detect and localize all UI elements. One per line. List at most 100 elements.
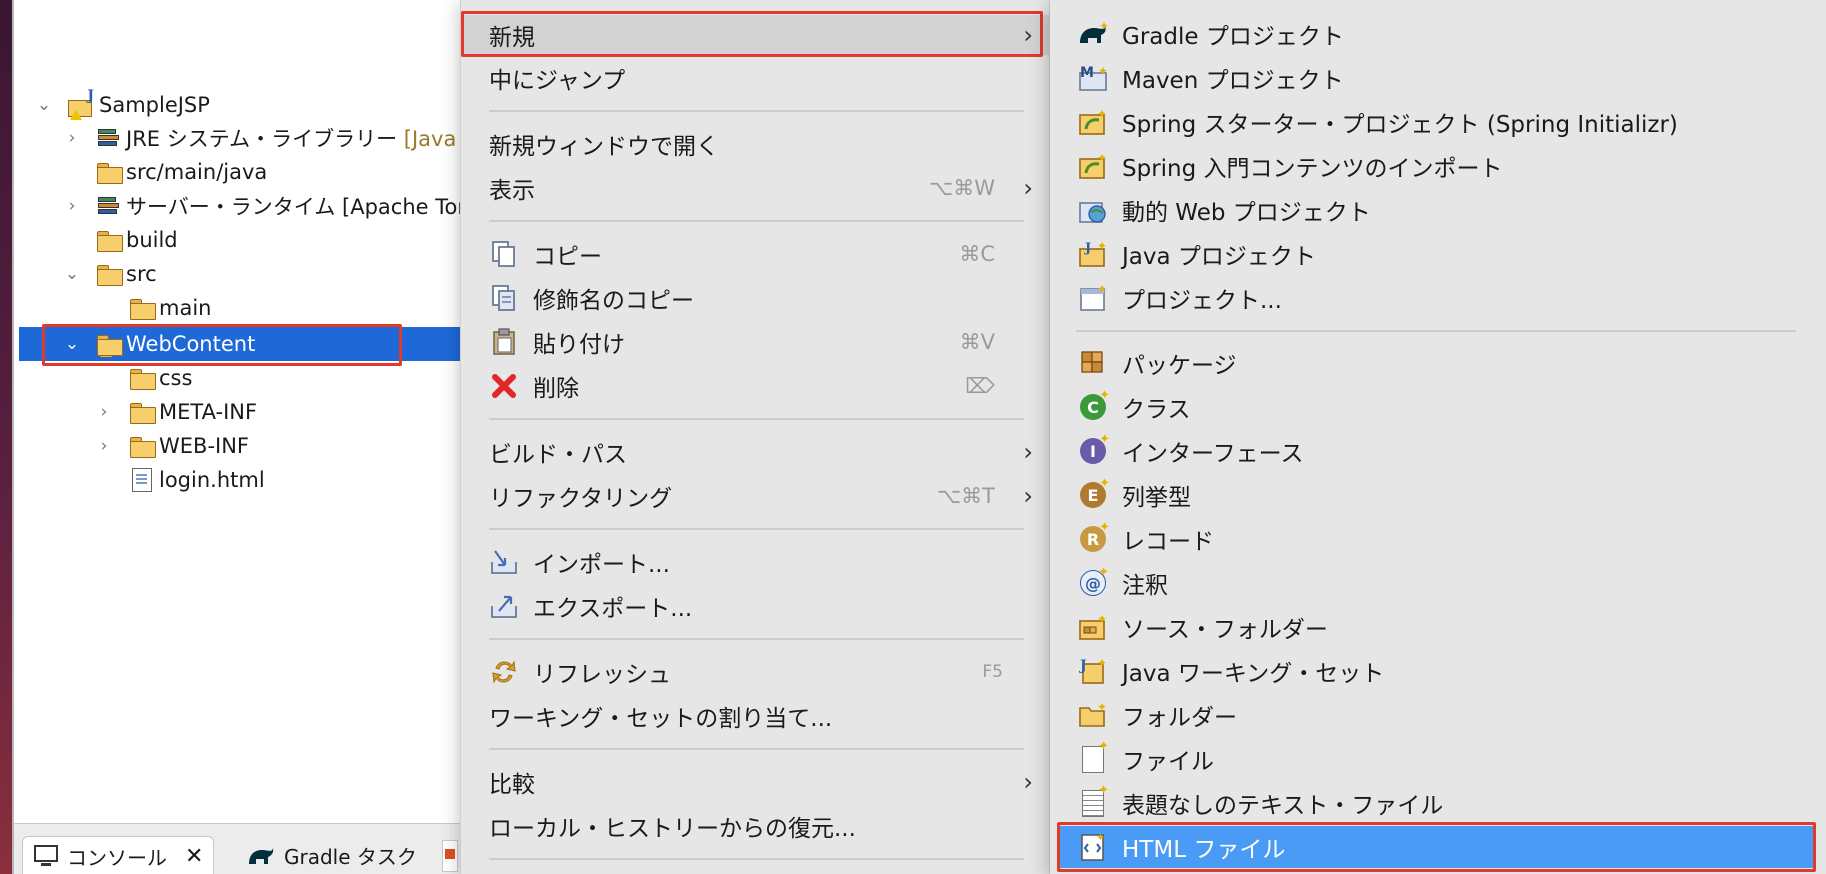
chevron-right-icon: › xyxy=(1023,438,1033,466)
folder-icon xyxy=(94,261,124,287)
menu-shortcut: F5 xyxy=(982,662,1003,682)
chevron-right-icon[interactable]: › xyxy=(93,435,115,457)
submenu-item-dynamic-web-project[interactable]: 動的 Web プロジェクト xyxy=(1050,189,1826,231)
submenu-item-source-folder[interactable]: ✦ ソース・フォルダー xyxy=(1050,606,1826,648)
copy-icon xyxy=(489,239,519,269)
tree-item-main[interactable]: main xyxy=(19,291,464,325)
tree-item-src[interactable]: ⌄ src xyxy=(19,257,464,291)
tree-item-login-html[interactable]: login.html xyxy=(19,463,464,497)
tree-item-label: src xyxy=(126,262,157,286)
folder-icon xyxy=(127,295,157,321)
menu-item-refresh[interactable]: リフレッシュ F5 xyxy=(461,652,1051,692)
menu-item-build-path[interactable]: ビルド・パス › xyxy=(461,432,1051,472)
chevron-down-icon[interactable]: ⌄ xyxy=(61,263,83,285)
tree-item-src-main-java[interactable]: src/main/java xyxy=(19,155,464,189)
tree-item-samplejsp[interactable]: ⌄ SampleJSP xyxy=(19,88,464,122)
menu-item-label: 修飾名のコピー xyxy=(533,288,694,314)
menu-shortcut: ⌘C xyxy=(959,242,995,266)
submenu-item-label: プロジェクト... xyxy=(1122,288,1282,314)
tab-console[interactable]: コンソール ✕ xyxy=(22,836,215,874)
new-submenu: ✦ Gradle プロジェクト M ✦ Maven プロジェクト ✦ Spring… xyxy=(1050,0,1826,874)
submenu-item-package[interactable]: パッケージ xyxy=(1050,342,1826,384)
overflow-tab-icon[interactable] xyxy=(442,840,458,872)
submenu-item-label: Gradle プロジェクト xyxy=(1122,24,1344,50)
chevron-right-icon[interactable]: › xyxy=(61,195,83,217)
menu-item-delete[interactable]: 削除 ⌦ xyxy=(461,366,1051,406)
submenu-item-record[interactable]: R ✦ レコード xyxy=(1050,518,1826,560)
tree-item-meta-inf[interactable]: › META-INF xyxy=(19,395,464,429)
submenu-item-spring-starter-project[interactable]: ✦ Spring スターター・プロジェクト (Spring Initializr… xyxy=(1050,101,1826,143)
menu-separator xyxy=(489,418,1024,420)
tree-item-label: WEB-INF xyxy=(159,434,249,458)
submenu-item-folder[interactable]: ✦ フォルダー xyxy=(1050,694,1826,736)
tree-item-label: css xyxy=(159,366,193,390)
submenu-item-maven-project[interactable]: M ✦ Maven プロジェクト xyxy=(1050,57,1826,99)
menu-item-show[interactable]: 表示 ⌥⌘W › xyxy=(461,168,1051,208)
submenu-item-untitled-text-file[interactable]: ✦ 表題なしのテキスト・ファイル xyxy=(1050,782,1826,824)
menu-separator xyxy=(489,638,1024,640)
interface-icon: I ✦ xyxy=(1076,432,1110,468)
submenu-item-label: ファイル xyxy=(1122,749,1214,775)
menu-item-compare[interactable]: 比較 › xyxy=(461,762,1051,802)
record-icon: R ✦ xyxy=(1076,520,1110,556)
menu-item-label: 比較 xyxy=(489,772,535,798)
import-icon xyxy=(489,547,519,577)
menu-item-copy-qualified-name[interactable]: 修飾名のコピー xyxy=(461,278,1051,318)
submenu-item-java-working-set[interactable]: J ✦ Java ワーキング・セット xyxy=(1050,650,1826,692)
menu-item-label: インポート... xyxy=(533,552,670,578)
menu-item-label: ワーキング・セットの割り当て... xyxy=(489,706,833,732)
submenu-item-file[interactable]: ✦ ファイル xyxy=(1050,738,1826,780)
menu-item-export[interactable]: エクスポート... xyxy=(461,586,1051,626)
submenu-item-spring-import-guides[interactable]: ✦ Spring 入門コンテンツのインポート xyxy=(1050,145,1826,187)
submenu-item-annotation[interactable]: @ ✦ 注釈 xyxy=(1050,562,1826,604)
menu-separator xyxy=(489,748,1024,750)
menu-item-label: 新規ウィンドウで開く xyxy=(489,134,719,160)
enum-icon: E ✦ xyxy=(1076,476,1110,512)
svg-text:✦: ✦ xyxy=(1097,656,1107,670)
menu-item-label: ローカル・ヒストリーからの復元... xyxy=(489,816,856,842)
submenu-item-label: パッケージ xyxy=(1122,353,1237,379)
svg-text:✦: ✦ xyxy=(1097,239,1107,253)
project-explorer: ⌄ SampleJSP › JRE システム・ライブラリー [Java src/… xyxy=(14,0,464,823)
menu-item-go-into[interactable]: 中にジャンプ xyxy=(461,58,1051,98)
menu-shortcut: ⌘V xyxy=(959,330,995,354)
menu-item-refactor[interactable]: リファクタリング ⌥⌘T › xyxy=(461,476,1051,516)
tree-item-jre-library[interactable]: › JRE システム・ライブラリー [Java xyxy=(19,121,464,155)
menu-separator xyxy=(489,110,1024,112)
submenu-item-label: Spring 入門コンテンツのインポート xyxy=(1122,156,1503,182)
menu-item-import[interactable]: インポート... xyxy=(461,542,1051,582)
submenu-item-java-project[interactable]: J ✦ Java プロジェクト xyxy=(1050,233,1826,275)
tree-item-label: login.html xyxy=(159,468,265,492)
tree-item-css[interactable]: css xyxy=(19,361,464,395)
submenu-item-gradle-project[interactable]: ✦ Gradle プロジェクト xyxy=(1050,13,1826,55)
library-icon xyxy=(94,193,124,219)
submenu-item-enum[interactable]: E ✦ 列挙型 xyxy=(1050,474,1826,516)
submenu-item-class[interactable]: C ✦ クラス xyxy=(1050,386,1826,428)
submenu-item-project[interactable]: ✦ プロジェクト... xyxy=(1050,277,1826,319)
svg-text:✦: ✦ xyxy=(1097,700,1107,714)
tree-item-label: JRE システム・ライブラリー xyxy=(126,127,398,151)
svg-text:J: J xyxy=(1078,658,1087,674)
menu-item-label: 削除 xyxy=(533,376,579,402)
tree-item-label: SampleJSP xyxy=(99,93,210,117)
copy-qualified-name-icon xyxy=(489,283,519,313)
menu-item-assign-working-sets[interactable]: ワーキング・セットの割り当て... xyxy=(461,696,1051,736)
chevron-right-icon[interactable]: › xyxy=(61,127,83,149)
menu-item-open-new-window[interactable]: 新規ウィンドウで開く xyxy=(461,124,1051,164)
desktop-background xyxy=(0,0,12,874)
menu-item-label: 貼り付け xyxy=(533,332,625,358)
close-icon[interactable]: ✕ xyxy=(185,844,203,869)
source-folder-icon: ✦ xyxy=(1076,610,1110,644)
menu-item-paste[interactable]: 貼り付け ⌘V xyxy=(461,322,1051,362)
tab-gradle-tasks[interactable]: Gradle タスク xyxy=(246,836,417,874)
chevron-right-icon[interactable]: › xyxy=(93,401,115,423)
menu-shortcut: ⌥⌘W xyxy=(929,176,995,200)
gradle-icon: ✦ xyxy=(1076,17,1110,51)
menu-item-copy[interactable]: コピー ⌘C xyxy=(461,234,1051,274)
tree-item-web-inf[interactable]: › WEB-INF xyxy=(19,429,464,463)
chevron-down-icon[interactable]: ⌄ xyxy=(33,94,55,116)
tree-item-server-runtime[interactable]: › サーバー・ランタイム [Apache Tor xyxy=(19,189,464,223)
tree-item-build[interactable]: build xyxy=(19,223,464,257)
menu-item-restore-history[interactable]: ローカル・ヒストリーからの復元... xyxy=(461,806,1051,846)
submenu-item-interface[interactable]: I ✦ インターフェース xyxy=(1050,430,1826,472)
